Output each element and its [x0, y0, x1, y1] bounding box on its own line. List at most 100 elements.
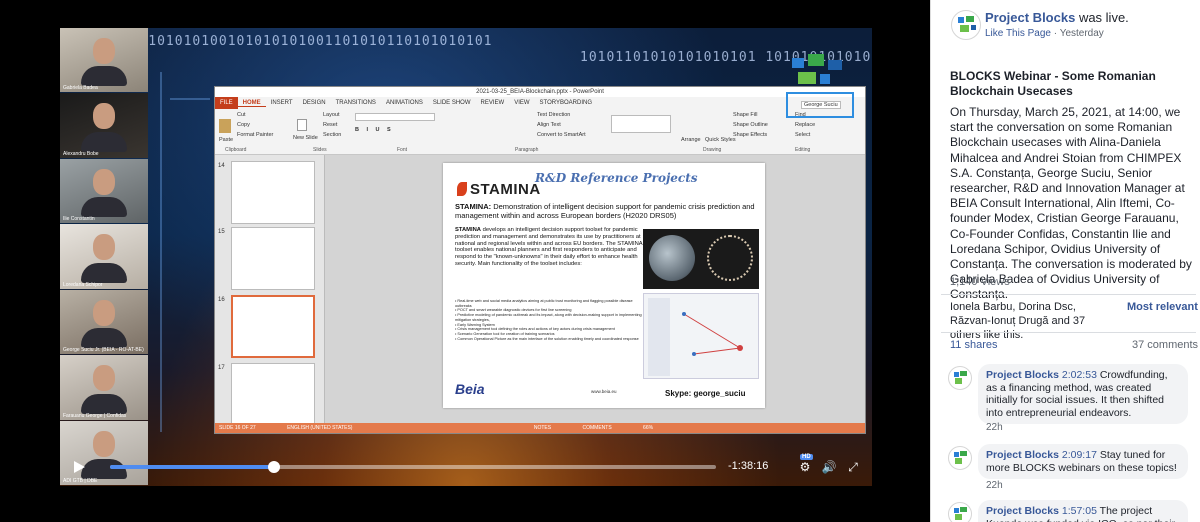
progress-knob[interactable] [267, 461, 280, 473]
comments-count[interactable]: 37 comments [1132, 339, 1198, 351]
face [93, 38, 115, 64]
ppt-tab-animations: ANIMATIONS [385, 100, 423, 106]
slide-heading: R&D Reference Projects [535, 171, 698, 185]
comment-age[interactable]: 22h [986, 422, 1003, 433]
comment-avatar[interactable] [948, 446, 972, 470]
slide-url: www.beia.eu [591, 389, 617, 394]
ppt-layout-label: Layout [323, 112, 340, 118]
comment-author[interactable]: Project Blocks [986, 369, 1059, 381]
settings-gear-icon[interactable]: ⚙ [796, 458, 814, 476]
ppt-notes: NOTES [533, 425, 552, 431]
ppt-tab-transitions: TRANSITIONS [335, 100, 376, 106]
face [93, 430, 115, 457]
ppt-convert-smartart-label: Convert to SmartArt [537, 132, 586, 138]
logo-block [955, 378, 962, 384]
logo-block [820, 74, 830, 84]
slide-bullet-text: Real-time web and social media analytics… [455, 299, 633, 308]
thumb-number: 17 [218, 365, 225, 371]
page-name-link[interactable]: Project Blocks [985, 10, 1075, 25]
slide-subtitle-text: Demonstration of intelligent decision su… [455, 202, 755, 220]
ppt-group-paragraph: Paragraph [515, 147, 539, 153]
slide-thumbnail [231, 363, 315, 423]
hd-badge: HD [800, 454, 813, 460]
comment-video-timestamp[interactable]: 2:02:53 [1062, 369, 1097, 381]
logo-block [828, 60, 842, 70]
slide-thumbnail [231, 161, 315, 224]
play-icon[interactable] [72, 460, 86, 474]
comment-avatar[interactable] [948, 366, 972, 390]
logo-block [960, 451, 967, 456]
ppt-tab-home: HOME [237, 100, 266, 107]
comment-author[interactable]: Project Blocks [986, 449, 1059, 461]
logo-block [955, 514, 962, 520]
ppt-tab-file: FILE [215, 97, 238, 109]
ppt-shape-outline-label: Shape Outline [733, 122, 768, 128]
ppt-body: 14 15 16 17 R&D Reference Projects STAMI… [215, 155, 865, 423]
comment-video-timestamp[interactable]: 2:09:17 [1062, 449, 1097, 461]
ppt-tab-review: REVIEW [480, 100, 505, 106]
slide-thumbnails: 14 15 16 17 [215, 155, 325, 423]
participant-tile: George Suciu Jr. (BEIA - RO-AT-BE) [60, 289, 148, 355]
likes-summary[interactable]: Ionela Barbu, Dorina Dsc, Răzvan-Ionuț D… [950, 300, 1110, 342]
comment-avatar[interactable] [948, 502, 972, 522]
ppt-group-font: Font [397, 147, 408, 153]
divider [941, 332, 1196, 333]
font-selector [355, 113, 435, 121]
slide-thumbnail [231, 227, 315, 290]
participant-name: George Suciu Jr. (BEIA - RO-AT-BE) [63, 347, 144, 354]
logo-block [971, 25, 976, 30]
project-blocks-avatar[interactable] [951, 10, 981, 40]
comment-sort-dropdown[interactable]: Most relevant ▾ [1127, 300, 1200, 313]
meta-separator: · [1050, 28, 1060, 39]
slide-bullet-text: mitigation strategies, [455, 317, 490, 322]
progress-fill [110, 465, 274, 469]
slide-subtitle: STAMINA: Demonstration of intelligent de… [455, 202, 755, 220]
shoulders [81, 393, 127, 414]
like-page-link[interactable]: Like This Page [985, 28, 1051, 39]
logo-block [960, 25, 969, 32]
slide-body-text: develops an intelligent decision support… [455, 227, 643, 267]
slide-bullet-text: Early Warning System [457, 322, 495, 327]
ppt-group-slides: Slides [313, 147, 327, 153]
ppt-zoom: 66% [643, 425, 654, 431]
participant-tile: Ilie Constantin [60, 158, 148, 224]
post-timestamp[interactable]: Yesterday [1060, 28, 1104, 39]
ppt-new-slide-label: New Slide [293, 135, 318, 141]
volume-icon[interactable]: 🔊 [820, 458, 838, 476]
logo-block [798, 72, 816, 84]
video-player[interactable]: 0101010110101010100101010101001101010110… [0, 0, 930, 522]
ppt-replace-label: Replace [795, 122, 816, 128]
fullscreen-icon[interactable]: ⤢ [844, 458, 862, 476]
shoulders [81, 131, 127, 152]
comment-bubble: Project Blocks 2:02:53 Crowdfunding, as … [978, 364, 1188, 424]
shoulders [81, 262, 127, 283]
logo-block [960, 507, 967, 512]
current-slide: R&D Reference Projects STAMINA STAMINA: … [443, 163, 765, 408]
map-lines-graphic [648, 298, 743, 376]
comment-video-timestamp[interactable]: 1:57:05 [1062, 505, 1097, 517]
ppt-cut-label: Cut [237, 112, 246, 118]
font-style-buttons: B I U S [355, 127, 394, 133]
post-meta: Like This Page · Yesterday [985, 28, 1104, 39]
comment-author[interactable]: Project Blocks [986, 505, 1059, 517]
comment-bubble: Project Blocks 2:09:17 Stay tuned for mo… [978, 444, 1188, 479]
comment-age[interactable]: 22h [986, 480, 1003, 491]
ppt-status-bar: SLIDE 16 OF 27 ENGLISH (UNITED STATES) N… [215, 423, 865, 433]
ppt-ribbon-tabs: FILE HOME INSERT DESIGN TRANSITIONS ANIM… [215, 97, 865, 109]
post-body: On Thursday, March 25, 2021, at 14:00, w… [950, 105, 1192, 302]
stamina-logo: STAMINA [457, 181, 541, 198]
ppt-ribbon: Paste Cut Copy Format Painter New Slide … [215, 101, 865, 155]
ppt-text-direction-label: Text Direction [537, 112, 571, 118]
logo-block [808, 54, 824, 66]
face [93, 299, 115, 326]
circuit-line [170, 98, 210, 100]
progress-bar[interactable] [110, 461, 716, 473]
video-controls: -1:38:16 ⚙ HD 🔊 ⤢ [60, 454, 872, 486]
stamina-logo-text: STAMINA [470, 181, 541, 198]
paste-icon [219, 119, 231, 133]
participant-name: Gabriela Badea [63, 85, 98, 92]
shares-count[interactable]: 11 shares [950, 339, 998, 351]
page-name-line: Project Blocks was live. [985, 10, 1129, 25]
ppt-title-bar: 2021-03-25_BEIA-Blockchain.pptx - PowerP… [215, 87, 865, 97]
ppt-paste-label: Paste [219, 137, 234, 143]
